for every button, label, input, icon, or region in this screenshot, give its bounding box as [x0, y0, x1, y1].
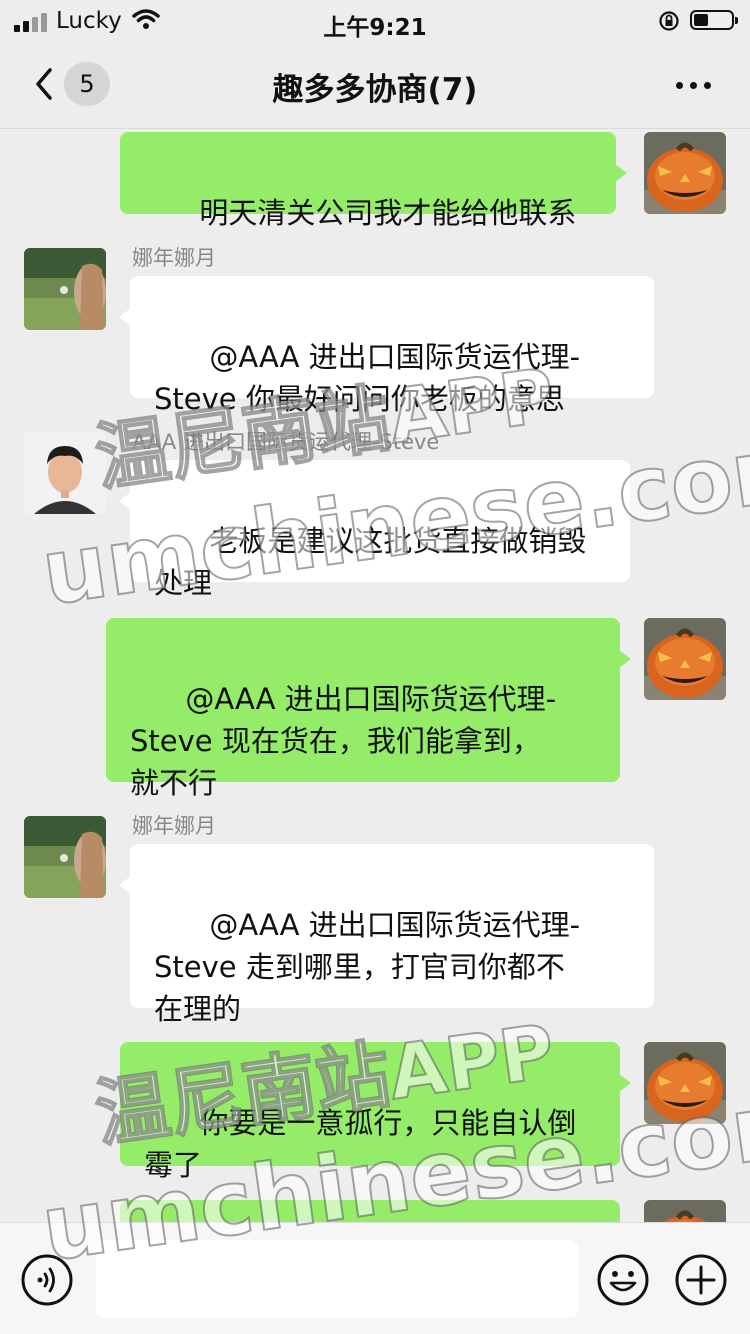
sender-name: 娜年娜月	[132, 814, 216, 838]
message-list[interactable]: 明天清关公司我才能给他联系 娜年娜月 @AAA 进出口国际货运代理- Steve…	[0, 128, 750, 1222]
message-text: 明天清关公司我才能给他联系	[199, 196, 577, 230]
status-bar: Lucky 上午9:21	[0, 0, 750, 42]
sender-name: AAA 进出口国际货运代理-Steve	[132, 430, 440, 454]
plus-icon[interactable]	[674, 1253, 728, 1307]
my-message-bubble[interactable]: @AAA 进出口国际货运代理- Steve 现在货在，我们能拿到， 就不行	[106, 618, 631, 800]
girl-field-avatar[interactable]	[24, 816, 106, 898]
unread-count-badge[interactable]: 5	[64, 62, 110, 106]
other-message-bubble[interactable]: 老板是建议这批货直接做销毁 处理	[119, 460, 630, 600]
voice-input-icon[interactable]	[20, 1253, 74, 1307]
message-text: 老板是建议这批货直接做销毁 处理	[154, 524, 587, 600]
other-message-bubble[interactable]: @AAA 进出口国际货运代理- Steve 走到哪里，打官司你都不 在理的	[119, 844, 654, 1026]
message-text: 你要是一意孤行，只能自认倒 霉了	[144, 1106, 577, 1182]
rotation-lock-icon	[659, 11, 679, 31]
pumpkin-avatar[interactable]	[644, 1042, 726, 1124]
battery-icon	[690, 10, 738, 30]
my-message-bubble[interactable]: 明天清关公司我才能给他联系	[120, 132, 627, 230]
message-text: @AAA 进出口国际货运代理- Steve 你最好问问你老板的意思	[154, 340, 581, 416]
pumpkin-avatar[interactable]	[644, 618, 726, 700]
girl-field-avatar[interactable]	[24, 248, 106, 330]
chat-title: 趣多多协商(7)	[272, 72, 478, 108]
pumpkin-avatar[interactable]	[644, 1200, 726, 1222]
message-input[interactable]	[96, 1240, 578, 1318]
my-message-bubble[interactable]	[120, 1200, 620, 1222]
back-arrow-icon[interactable]	[26, 62, 66, 106]
pumpkin-avatar[interactable]	[644, 132, 726, 214]
message-text: @AAA 进出口国际货运代理- Steve 走到哪里，打官司你都不 在理的	[154, 908, 581, 1026]
nav-bar: 5 趣多多协商(7)	[0, 42, 750, 129]
emoji-icon[interactable]	[596, 1253, 650, 1307]
input-bar	[0, 1222, 750, 1334]
chat-screen: Lucky 上午9:21 5 趣多多协商(7) 明天清关公司我才能给他联系 娜年…	[0, 0, 750, 1334]
more-options-icon[interactable]	[672, 68, 716, 102]
sender-name: 娜年娜月	[132, 246, 216, 270]
other-message-bubble[interactable]: @AAA 进出口国际货运代理- Steve 你最好问问你老板的意思	[119, 276, 654, 416]
my-message-bubble[interactable]: 你要是一意孤行，只能自认倒 霉了	[120, 1042, 631, 1182]
man-portrait-avatar[interactable]	[24, 432, 106, 514]
status-time: 上午9:21	[323, 15, 427, 41]
message-text: @AAA 进出口国际货运代理- Steve 现在货在，我们能拿到， 就不行	[130, 682, 557, 800]
